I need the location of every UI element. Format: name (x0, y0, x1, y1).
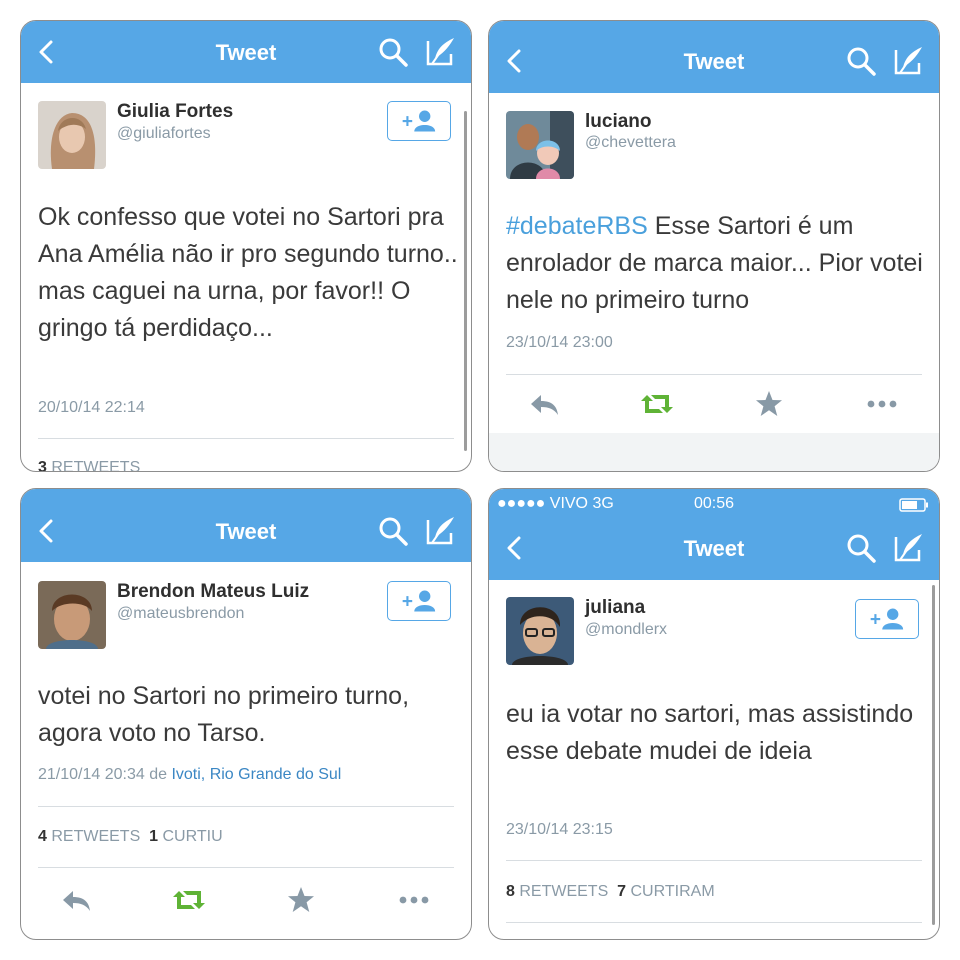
bottom-area (489, 433, 939, 471)
divider (38, 867, 454, 868)
search-icon[interactable] (377, 36, 409, 68)
likes-label[interactable]: CURTIRAM (631, 883, 715, 900)
tweet-text: votei no Sartori no primeiro turno, agor… (38, 682, 410, 747)
tweet-stats: 8 RETWEETS 7 CURTIRAM (506, 883, 715, 901)
compose-icon[interactable] (891, 44, 925, 78)
reply-icon[interactable] (59, 885, 95, 915)
tweet-timestamp: 21/10/14 20:34 de Ivoti, Rio Grande do S… (38, 766, 342, 783)
status-bar: ●●●●● VIVO 3G 00:56 (489, 489, 939, 519)
retweets-label[interactable]: RETWEETS (51, 828, 140, 845)
user-name[interactable]: Brendon Mateus Luiz (117, 581, 309, 603)
reply-icon[interactable] (527, 389, 563, 419)
navigation-bar: Tweet (21, 489, 471, 562)
user-handle[interactable]: @mateusbrendon (117, 605, 244, 623)
likes-count[interactable]: 1 (149, 828, 158, 845)
user-name[interactable]: Giulia Fortes (117, 101, 233, 123)
divider (38, 806, 454, 807)
navigation-bar: Tweet (489, 21, 939, 93)
user-name[interactable]: luciano (585, 111, 652, 133)
tweet-timestamp: 23/10/14 23:15 (506, 821, 613, 838)
retweets-count[interactable]: 4 (38, 828, 47, 845)
retweet-icon[interactable] (639, 389, 675, 419)
tweet-stats: 4 RETWEETS 1 CURTIU (38, 828, 223, 846)
star-icon[interactable] (751, 389, 787, 419)
retweets-label[interactable]: RETWEETS (519, 883, 608, 900)
tweet-timestamp: 23/10/14 23:00 (506, 334, 613, 351)
retweets-label[interactable]: RETWEETS (51, 459, 140, 471)
tweet-text: Ok confesso que votei no Sartori pra Ana… (38, 203, 458, 342)
follow-button[interactable] (387, 101, 451, 141)
likes-count[interactable]: 7 (617, 883, 626, 900)
search-icon[interactable] (377, 515, 409, 547)
tweet-stats: 3 RETWEETS (38, 459, 140, 471)
likes-label[interactable]: CURTIU (163, 828, 223, 845)
avatar[interactable] (38, 101, 106, 169)
retweets-count[interactable]: 3 (38, 459, 47, 471)
tweet-timestamp: 20/10/14 22:14 (38, 399, 145, 416)
avatar[interactable] (506, 111, 574, 179)
compose-icon[interactable] (423, 35, 457, 69)
search-icon[interactable] (845, 532, 877, 564)
status-time: 00:56 (693, 495, 735, 512)
more-icon[interactable] (396, 885, 432, 915)
avatar[interactable] (38, 581, 106, 649)
user-handle[interactable]: @giuliafortes (117, 125, 211, 143)
divider (506, 922, 922, 923)
tweet-panel-giulia: Tweet Giulia Fortes @giuliafortes Ok con… (20, 20, 472, 472)
divider (38, 438, 454, 439)
compose-icon[interactable] (423, 514, 457, 548)
user-name[interactable]: juliana (585, 597, 645, 619)
star-icon[interactable] (283, 885, 319, 915)
follow-button[interactable] (855, 599, 919, 639)
tweet-text: eu ia votar no sartori, mas assistindo e… (506, 700, 914, 765)
add-user-icon (388, 102, 450, 140)
hashtag-link[interactable]: #debateRBS (506, 212, 648, 240)
scrollbar[interactable] (464, 111, 467, 451)
user-handle[interactable]: @mondlerx (585, 621, 667, 639)
add-user-icon (388, 582, 450, 620)
more-icon[interactable] (864, 389, 900, 419)
tweet-panel-brendon: Tweet Brendon Mateus Luiz @mateusbrendon… (20, 488, 472, 940)
tweet-text: #debateRBS Esse Sartori é um enrolador d… (506, 212, 923, 314)
retweet-icon[interactable] (171, 885, 207, 915)
tweet-panel-luciano: Tweet luciano @chevettera #debateRBS Ess… (488, 20, 940, 472)
location-link[interactable]: Ivoti, Rio Grande do Sul (171, 766, 341, 783)
retweets-count[interactable]: 8 (506, 883, 515, 900)
add-user-icon (856, 600, 918, 638)
scrollbar[interactable] (932, 585, 935, 925)
divider (506, 860, 922, 861)
compose-icon[interactable] (891, 531, 925, 565)
search-icon[interactable] (845, 45, 877, 77)
navigation-bar: ●●●●● VIVO 3G 00:56 Tweet (489, 489, 939, 580)
follow-button[interactable] (387, 581, 451, 621)
tweet-panel-juliana: ●●●●● VIVO 3G 00:56 Tweet juliana @mondl… (488, 488, 940, 940)
divider (506, 374, 922, 375)
battery-icon (899, 498, 928, 512)
user-handle[interactable]: @chevettera (585, 134, 676, 152)
avatar[interactable] (506, 597, 574, 665)
navigation-bar: Tweet (21, 21, 471, 83)
